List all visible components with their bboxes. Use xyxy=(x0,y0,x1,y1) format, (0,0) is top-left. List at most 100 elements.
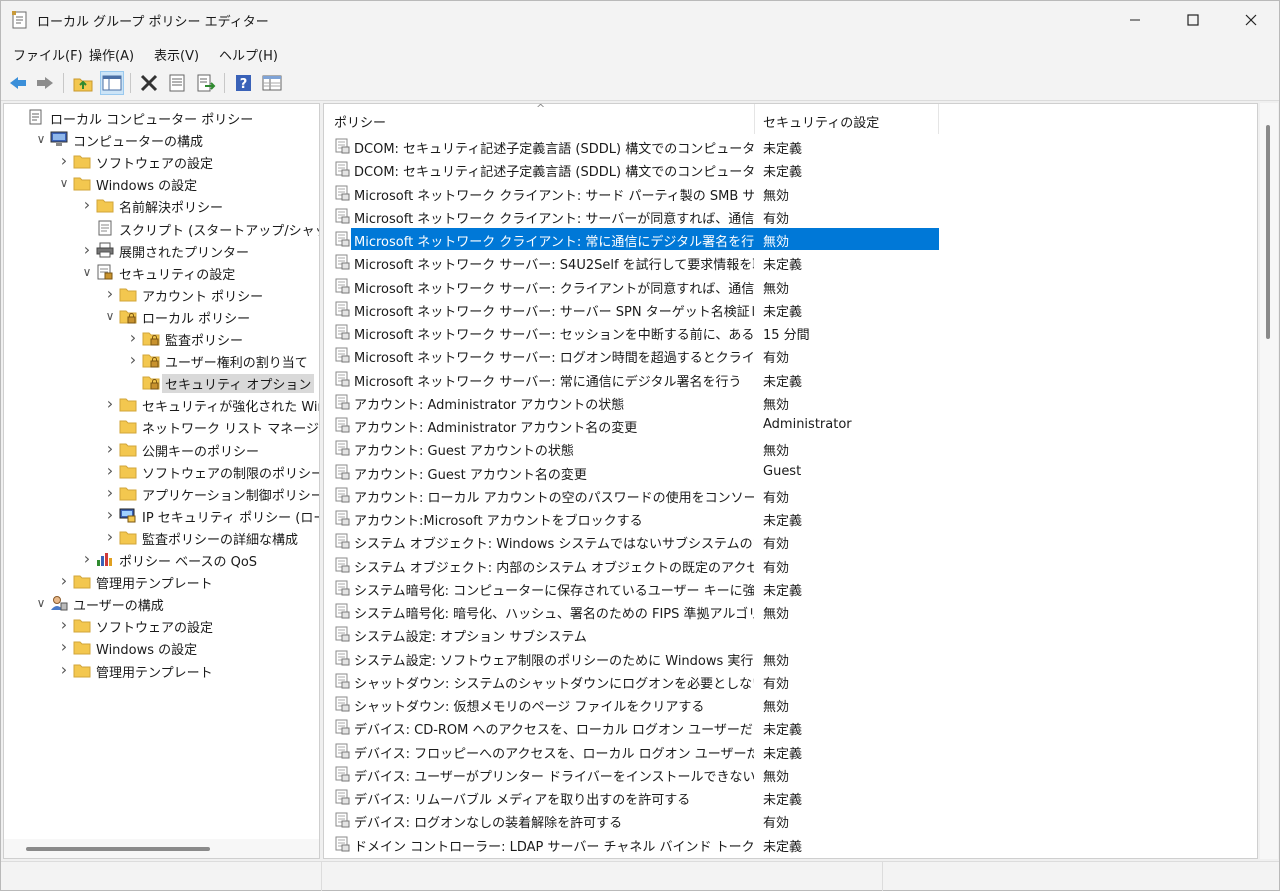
properties-button[interactable] xyxy=(165,71,189,95)
minimize-button[interactable] xyxy=(1106,1,1164,39)
tree-node[interactable]: › 監査ポリシーの詳細な構成 xyxy=(4,526,319,548)
tree-node[interactable]: スクリプト (スタートアップ/シャットダウン) xyxy=(4,217,319,239)
chevron-right-icon[interactable]: › xyxy=(58,617,70,633)
tree-scroll-thumb[interactable] xyxy=(26,847,210,851)
tree-node[interactable]: › ユーザー権利の割り当て xyxy=(4,349,319,372)
menu-help[interactable]: ヘルプ(H) xyxy=(219,45,278,64)
chevron-down-icon[interactable]: ∨ xyxy=(35,132,47,146)
policy-row[interactable]: システム設定: オプション サブシステム xyxy=(332,623,939,645)
policy-row[interactable]: Microsoft ネットワーク サーバー: ログオン時間を超過するとクライアン… xyxy=(332,344,939,366)
tree-node[interactable]: › セキュリティが強化された Windows xyxy=(4,393,319,416)
policy-row[interactable]: Microsoft ネットワーク クライアント: サード パーティ製の SMB … xyxy=(332,182,939,204)
chevron-right-icon[interactable]: › xyxy=(58,573,70,589)
policy-row[interactable]: アカウント: Guest アカウント名の変更 Guest xyxy=(332,461,939,483)
policy-row[interactable]: デバイス: CD-ROM へのアクセスを、ローカル ログオン ユーザーだけに制.… xyxy=(332,716,939,738)
policy-row[interactable]: Microsoft ネットワーク サーバー: サーバー SPN ターゲット名検証… xyxy=(332,298,939,320)
tree-node[interactable]: › 公開キーのポリシー xyxy=(4,438,319,460)
tree-node[interactable]: › 管理用テンプレート xyxy=(4,659,319,681)
column-divider[interactable] xyxy=(754,104,755,134)
policy-row[interactable]: Microsoft ネットワーク サーバー: クライアントが同意すれば、通信にデ… xyxy=(332,275,939,297)
policy-row[interactable]: DCOM: セキュリティ記述子定義言語 (SDDL) 構文でのコンピューター .… xyxy=(332,135,939,157)
tree-node[interactable]: ローカル コンピューター ポリシー xyxy=(4,106,319,128)
policy-row[interactable]: Microsoft ネットワーク クライアント: サーバーが同意すれば、通信にデ… xyxy=(332,205,939,227)
policy-row[interactable]: シャットダウン: 仮想メモリのページ ファイルをクリアする 無効 xyxy=(332,693,939,715)
tree-node[interactable]: › IP セキュリティ ポリシー (ローカル コン xyxy=(4,504,319,526)
policy-row[interactable]: システム暗号化: 暗号化、ハッシュ、署名のための FIPS 準拠アルゴリ... 無… xyxy=(332,600,939,622)
policy-row[interactable]: デバイス: ユーザーがプリンター ドライバーをインストールできないようにする無効 xyxy=(332,763,939,785)
chevron-right-icon[interactable]: › xyxy=(81,241,93,257)
tree-node[interactable]: ネットワーク リスト マネージャー ポリシ xyxy=(4,415,319,437)
column-header-policy[interactable]: ポリシー xyxy=(334,112,386,131)
policy-list-pane[interactable]: ^ ポリシー セキュリティの設定 DCOM: セキュリティ記述子定義言語 (SD… xyxy=(323,103,1258,859)
tree-node[interactable]: ∨ セキュリティの設定 xyxy=(4,261,319,283)
tree-node[interactable]: ∨ ユーザーの構成 xyxy=(4,592,319,614)
forward-button[interactable] xyxy=(33,71,57,95)
chevron-right-icon[interactable]: › xyxy=(58,639,70,655)
policy-row[interactable]: アカウント: Guest アカウントの状態 無効 xyxy=(332,437,939,459)
menu-file[interactable]: ファイル(F) xyxy=(13,45,83,64)
policy-row[interactable]: Microsoft ネットワーク サーバー: 常に通信にデジタル署名を行う 未定義 xyxy=(332,368,939,390)
help-button[interactable]: ? xyxy=(232,71,256,95)
chevron-right-icon[interactable]: › xyxy=(81,197,93,213)
tree-node[interactable]: › Windows の設定 xyxy=(4,636,319,659)
tree-node[interactable]: › ソフトウェアの制限のポリシー xyxy=(4,460,319,482)
chevron-right-icon[interactable]: › xyxy=(104,440,116,456)
tree-node[interactable]: › ポリシー ベースの QoS xyxy=(4,548,319,571)
chevron-right-icon[interactable]: › xyxy=(104,462,116,478)
tree-node[interactable]: › 監査ポリシー xyxy=(4,327,319,350)
show-hide-tree-button[interactable] xyxy=(100,71,124,95)
policy-row[interactable]: Microsoft ネットワーク サーバー: S4U2Self を試行して要求情… xyxy=(332,251,939,273)
policy-row[interactable]: アカウント: ローカル アカウントの空のパスワードの使用をコンソール ログオ..… xyxy=(332,484,939,506)
chevron-right-icon[interactable]: › xyxy=(104,528,116,544)
title-bar[interactable]: ローカル グループ ポリシー エディター xyxy=(1,1,1279,39)
maximize-button[interactable] xyxy=(1164,1,1222,39)
chevron-down-icon[interactable]: ∨ xyxy=(81,265,93,279)
chevron-right-icon[interactable]: › xyxy=(58,153,70,169)
policy-row[interactable]: Microsoft ネットワーク クライアント: 常に通信にデジタル署名を行う無… xyxy=(332,228,939,250)
details-view-button[interactable] xyxy=(260,71,284,95)
chevron-right-icon[interactable]: › xyxy=(104,285,116,301)
close-button[interactable] xyxy=(1222,1,1280,39)
chevron-down-icon[interactable]: ∨ xyxy=(58,176,70,190)
tree-node[interactable]: › アプリケーション制御ポリシー xyxy=(4,482,319,504)
tree-pane[interactable]: ローカル コンピューター ポリシー ∨ コンピューターの構成 › ソフトウェアの設定 ∨ W… xyxy=(3,103,320,859)
menu-view[interactable]: 表示(V) xyxy=(154,45,199,64)
tree-node[interactable]: › ソフトウェアの設定 xyxy=(4,150,319,173)
policy-row[interactable]: システム設定: ソフトウェア制限のポリシーのために Windows 実行可...… xyxy=(332,647,939,669)
policy-row[interactable]: システム オブジェクト: Windows システムではないサブシステムのための.… xyxy=(332,530,939,552)
tree-node[interactable]: › アカウント ポリシー xyxy=(4,283,319,305)
chevron-down-icon[interactable]: ∨ xyxy=(104,309,116,323)
policy-row[interactable]: アカウント: Administrator アカウント名の変更 Administra… xyxy=(332,414,939,436)
export-list-button[interactable] xyxy=(194,71,218,95)
chevron-down-icon[interactable]: ∨ xyxy=(35,596,47,610)
policy-row[interactable]: ドメイン コントローラー: LDAP サーバー チャネル バインド トークンの要… xyxy=(332,833,939,855)
policy-row[interactable]: アカウント: Administrator アカウントの状態 無効 xyxy=(332,391,939,413)
tree-horizontal-scrollbar[interactable] xyxy=(3,839,320,859)
delete-button[interactable] xyxy=(137,71,161,95)
policy-row[interactable]: Microsoft ネットワーク サーバー: セッションを中断する前に、ある一定… xyxy=(332,321,939,343)
tree-node[interactable]: › 展開されたプリンター xyxy=(4,239,319,261)
list-scroll-thumb[interactable] xyxy=(1266,125,1270,339)
tree-node[interactable]: › ソフトウェアの設定 xyxy=(4,614,319,637)
column-divider[interactable] xyxy=(938,104,939,134)
chevron-right-icon[interactable]: › xyxy=(104,396,116,412)
policy-row[interactable]: デバイス: フロッピーへのアクセスを、ローカル ログオン ユーザーだけに制限..… xyxy=(332,740,939,762)
tree-node[interactable]: › 名前解決ポリシー xyxy=(4,194,319,217)
tree-node[interactable]: › 管理用テンプレート xyxy=(4,570,319,593)
policy-row[interactable]: システム暗号化: コンピューターに保存されているユーザー キーに強力なキ... 未… xyxy=(332,577,939,599)
tree-node[interactable]: セキュリティ オプション xyxy=(4,371,319,394)
policy-row[interactable]: システム オブジェクト: 内部のシステム オブジェクトの既定のアクセス許... 有… xyxy=(332,554,939,576)
policy-row[interactable]: アカウント:Microsoft アカウントをブロックする 未定義 xyxy=(332,507,939,529)
list-vertical-scrollbar[interactable] xyxy=(1260,103,1278,859)
tree-node[interactable]: ∨ コンピューターの構成 xyxy=(4,128,319,150)
policy-row[interactable]: シャットダウン: システムのシャットダウンにログオンを必要としない 有効 xyxy=(332,670,939,692)
chevron-right-icon[interactable]: › xyxy=(104,506,116,522)
chevron-right-icon[interactable]: › xyxy=(58,661,70,677)
up-folder-button[interactable] xyxy=(71,71,95,95)
column-header-security-setting[interactable]: セキュリティの設定 xyxy=(763,112,879,131)
policy-row[interactable]: デバイス: ログオンなしの装着解除を許可する 有効 xyxy=(332,809,939,831)
tree-node[interactable]: ∨ ローカル ポリシー xyxy=(4,305,319,327)
policy-row[interactable]: デバイス: リムーバブル メディアを取り出すのを許可する 未定義 xyxy=(332,786,939,808)
tree-node[interactable]: ∨ Windows の設定 xyxy=(4,172,319,194)
chevron-right-icon[interactable]: › xyxy=(127,352,139,368)
